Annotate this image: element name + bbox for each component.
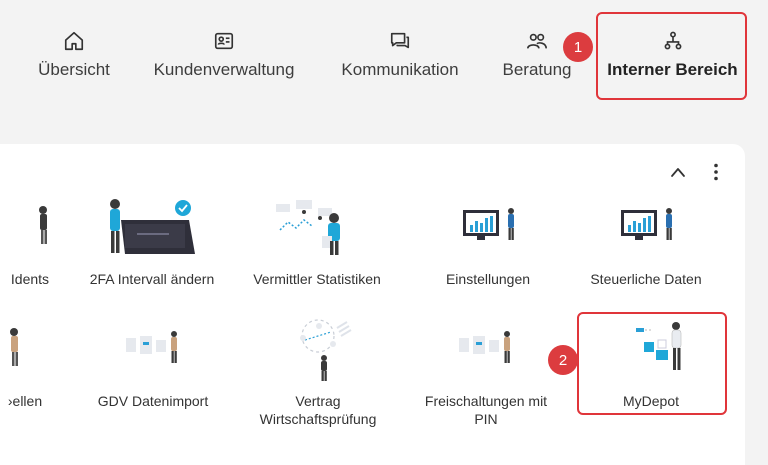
tile-tabellen[interactable]: ›ellen [0,318,80,410]
laptop-illustration [110,199,195,254]
people-icon [527,33,547,49]
dashboard-chart-illustration [463,208,514,240]
home-icon [64,31,84,51]
tile-label: Vertrag Wirtschaftsprüfung [259,393,377,427]
documents-illustration [126,331,177,363]
nav-item-label: Kundenverwaltung [153,60,295,79]
person-illustration [10,328,18,366]
tile-label: GDV Datenimport [97,393,209,409]
more-vertical-icon[interactable] [713,163,719,181]
tile-label: ›ellen [7,393,43,409]
documents-illustration [459,331,510,363]
nav-item-kundenverwaltung[interactable]: Kundenverwaltung [143,30,305,100]
tile-vermittler-statistiken[interactable]: Vermittler Statistiken [237,196,397,288]
nav-item-label: Übersicht [38,60,110,79]
statistics-illustration [276,200,340,255]
chevron-up-icon[interactable] [670,165,686,179]
nav-item-uebersicht[interactable]: Übersicht [33,30,115,100]
step-badge-1: 1 [563,32,593,62]
tile-label: Idents [10,271,50,287]
highlight-mydepot [577,312,727,415]
nav-item-label: Kommunikation [341,60,459,79]
tile-label: Freischaltungen mit PIN [424,393,548,427]
tile-label: Einstellungen [445,271,531,287]
tile-gdv-datenimport[interactable]: GDV Datenimport [78,318,228,410]
tile-label: 2FA Intervall ändern [89,271,215,287]
tile-einstellungen[interactable]: Einstellungen [418,196,558,288]
chat-icon [390,32,410,49]
network-illustration [300,319,352,381]
tile-label: Vermittler Statistiken [253,271,381,287]
step-badge-2: 2 [548,345,578,375]
nav-item-kommunikation[interactable]: Kommunikation [330,30,470,100]
tile-vertrag-wirtschaftspruefung[interactable]: Vertrag Wirtschaftsprüfung [238,318,398,428]
dashboard-chart-illustration [621,208,672,240]
tile-label: Steuerliche Daten [590,271,702,287]
tile-2fa-intervall[interactable]: 2FA Intervall ändern [72,196,232,288]
highlight-interner-bereich [596,12,747,100]
tile-steuerliche-daten[interactable]: Steuerliche Daten [576,196,716,288]
contact-card-icon [214,32,234,50]
tile-freischaltungen-pin[interactable]: Freischaltungen mit PIN [408,318,564,428]
nav-item-label: Beratung [502,60,572,79]
